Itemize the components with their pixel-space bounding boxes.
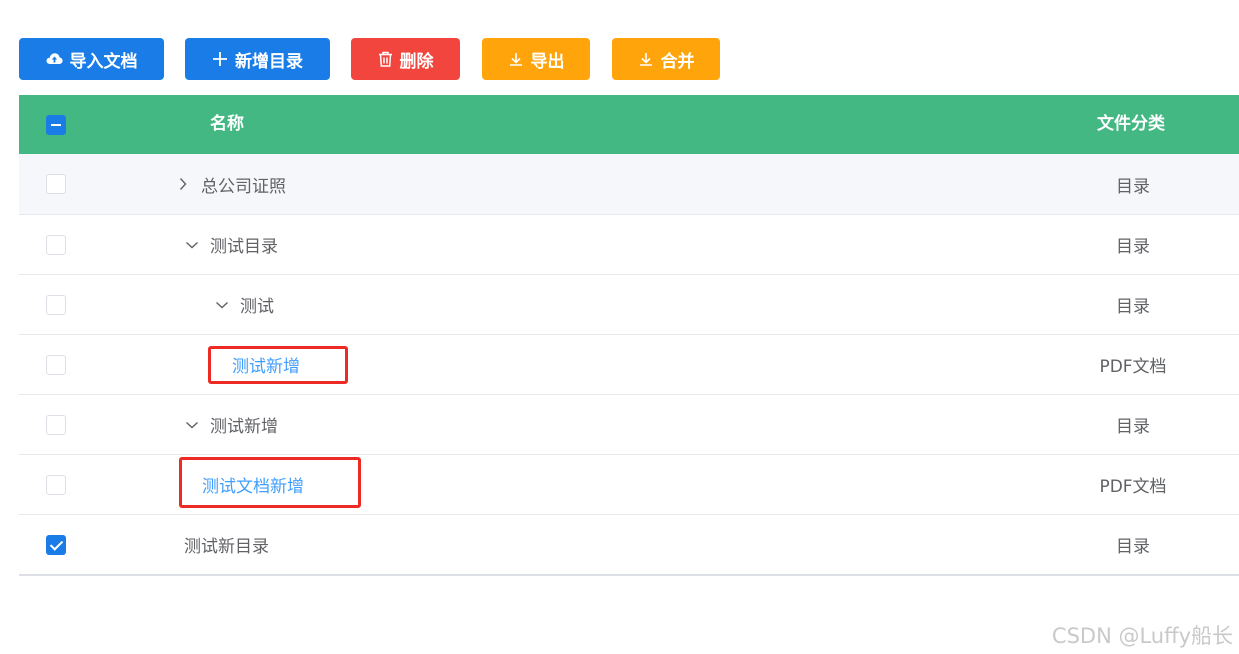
row-checkbox[interactable] <box>46 234 66 255</box>
merge-button[interactable]: 合并 <box>612 38 720 80</box>
row-name: 测试新增 <box>210 417 278 437</box>
name-cell: 总公司证照 <box>175 154 286 214</box>
add-directory-label: 新增目录 <box>235 51 303 72</box>
type-cell: 目录 <box>1116 237 1150 257</box>
chevron-right-icon[interactable] <box>175 176 191 192</box>
name-cell: 测试文档新增 <box>202 455 304 514</box>
row-checkbox[interactable] <box>46 174 66 194</box>
document-link[interactable]: 测试新增 <box>232 352 300 377</box>
row-checkbox[interactable] <box>46 354 66 375</box>
row-name: 总公司证照 <box>201 176 286 197</box>
table-row[interactable]: 测试 目录 <box>19 275 1239 335</box>
table-header: 名称 文件分类 <box>19 95 1239 154</box>
row-checkbox[interactable] <box>46 534 66 555</box>
merge-label: 合并 <box>660 51 695 72</box>
document-tree-table: 名称 文件分类 总公司证照 目录 测试目录 目录 测试 目录 测试新增 PDF文… <box>19 95 1239 576</box>
type-cell: PDF文档 <box>1099 477 1167 497</box>
row-name: 测试 <box>240 297 274 317</box>
type-cell: 目录 <box>1116 176 1150 197</box>
name-cell: 测试目录 <box>184 215 278 274</box>
import-document-label: 导入文档 <box>69 51 138 72</box>
row-checkbox[interactable] <box>46 414 66 435</box>
table-row[interactable]: 测试目录 目录 <box>19 215 1239 275</box>
name-cell: 测试新目录 <box>184 515 269 574</box>
type-cell: PDF文档 <box>1099 357 1167 377</box>
watermark: CSDN @Luffy船长 <box>1051 624 1233 648</box>
document-link[interactable]: 测试文档新增 <box>202 472 304 497</box>
name-cell: 测试 <box>214 275 274 334</box>
chevron-down-icon[interactable] <box>184 417 200 433</box>
delete-label: 删除 <box>399 51 434 72</box>
table-row[interactable]: 测试新增 目录 <box>19 395 1239 455</box>
trash-icon <box>378 51 393 67</box>
type-cell: 目录 <box>1116 297 1150 317</box>
plus-icon <box>212 51 228 67</box>
row-name: 测试目录 <box>210 237 278 257</box>
name-cell: 测试新增 <box>184 395 278 454</box>
cloud-upload-icon <box>46 52 63 66</box>
row-name: 测试新目录 <box>184 537 269 557</box>
name-cell: 测试新增 <box>232 335 300 394</box>
import-document-button[interactable]: 导入文档 <box>19 38 164 80</box>
export-button[interactable]: 导出 <box>482 38 590 80</box>
column-header-type: 文件分类 <box>1097 114 1165 134</box>
table-row[interactable]: 总公司证照 目录 <box>19 154 1239 215</box>
row-checkbox[interactable] <box>46 294 66 315</box>
row-checkbox[interactable] <box>46 474 66 495</box>
export-label: 导出 <box>530 51 565 72</box>
table-row[interactable]: 测试新增 PDF文档 <box>19 335 1239 395</box>
download-icon <box>508 51 524 67</box>
chevron-down-icon[interactable] <box>184 237 200 253</box>
column-header-name: 名称 <box>210 114 244 134</box>
chevron-down-icon[interactable] <box>214 297 230 313</box>
add-directory-button[interactable]: 新增目录 <box>185 38 330 80</box>
type-cell: 目录 <box>1116 537 1150 557</box>
type-cell: 目录 <box>1116 417 1150 437</box>
delete-button[interactable]: 删除 <box>351 38 460 80</box>
select-all-checkbox[interactable] <box>46 114 66 135</box>
table-row[interactable]: 测试文档新增 PDF文档 <box>19 455 1239 515</box>
download-icon <box>638 51 654 67</box>
table-row[interactable]: 测试新目录 目录 <box>19 515 1239 576</box>
